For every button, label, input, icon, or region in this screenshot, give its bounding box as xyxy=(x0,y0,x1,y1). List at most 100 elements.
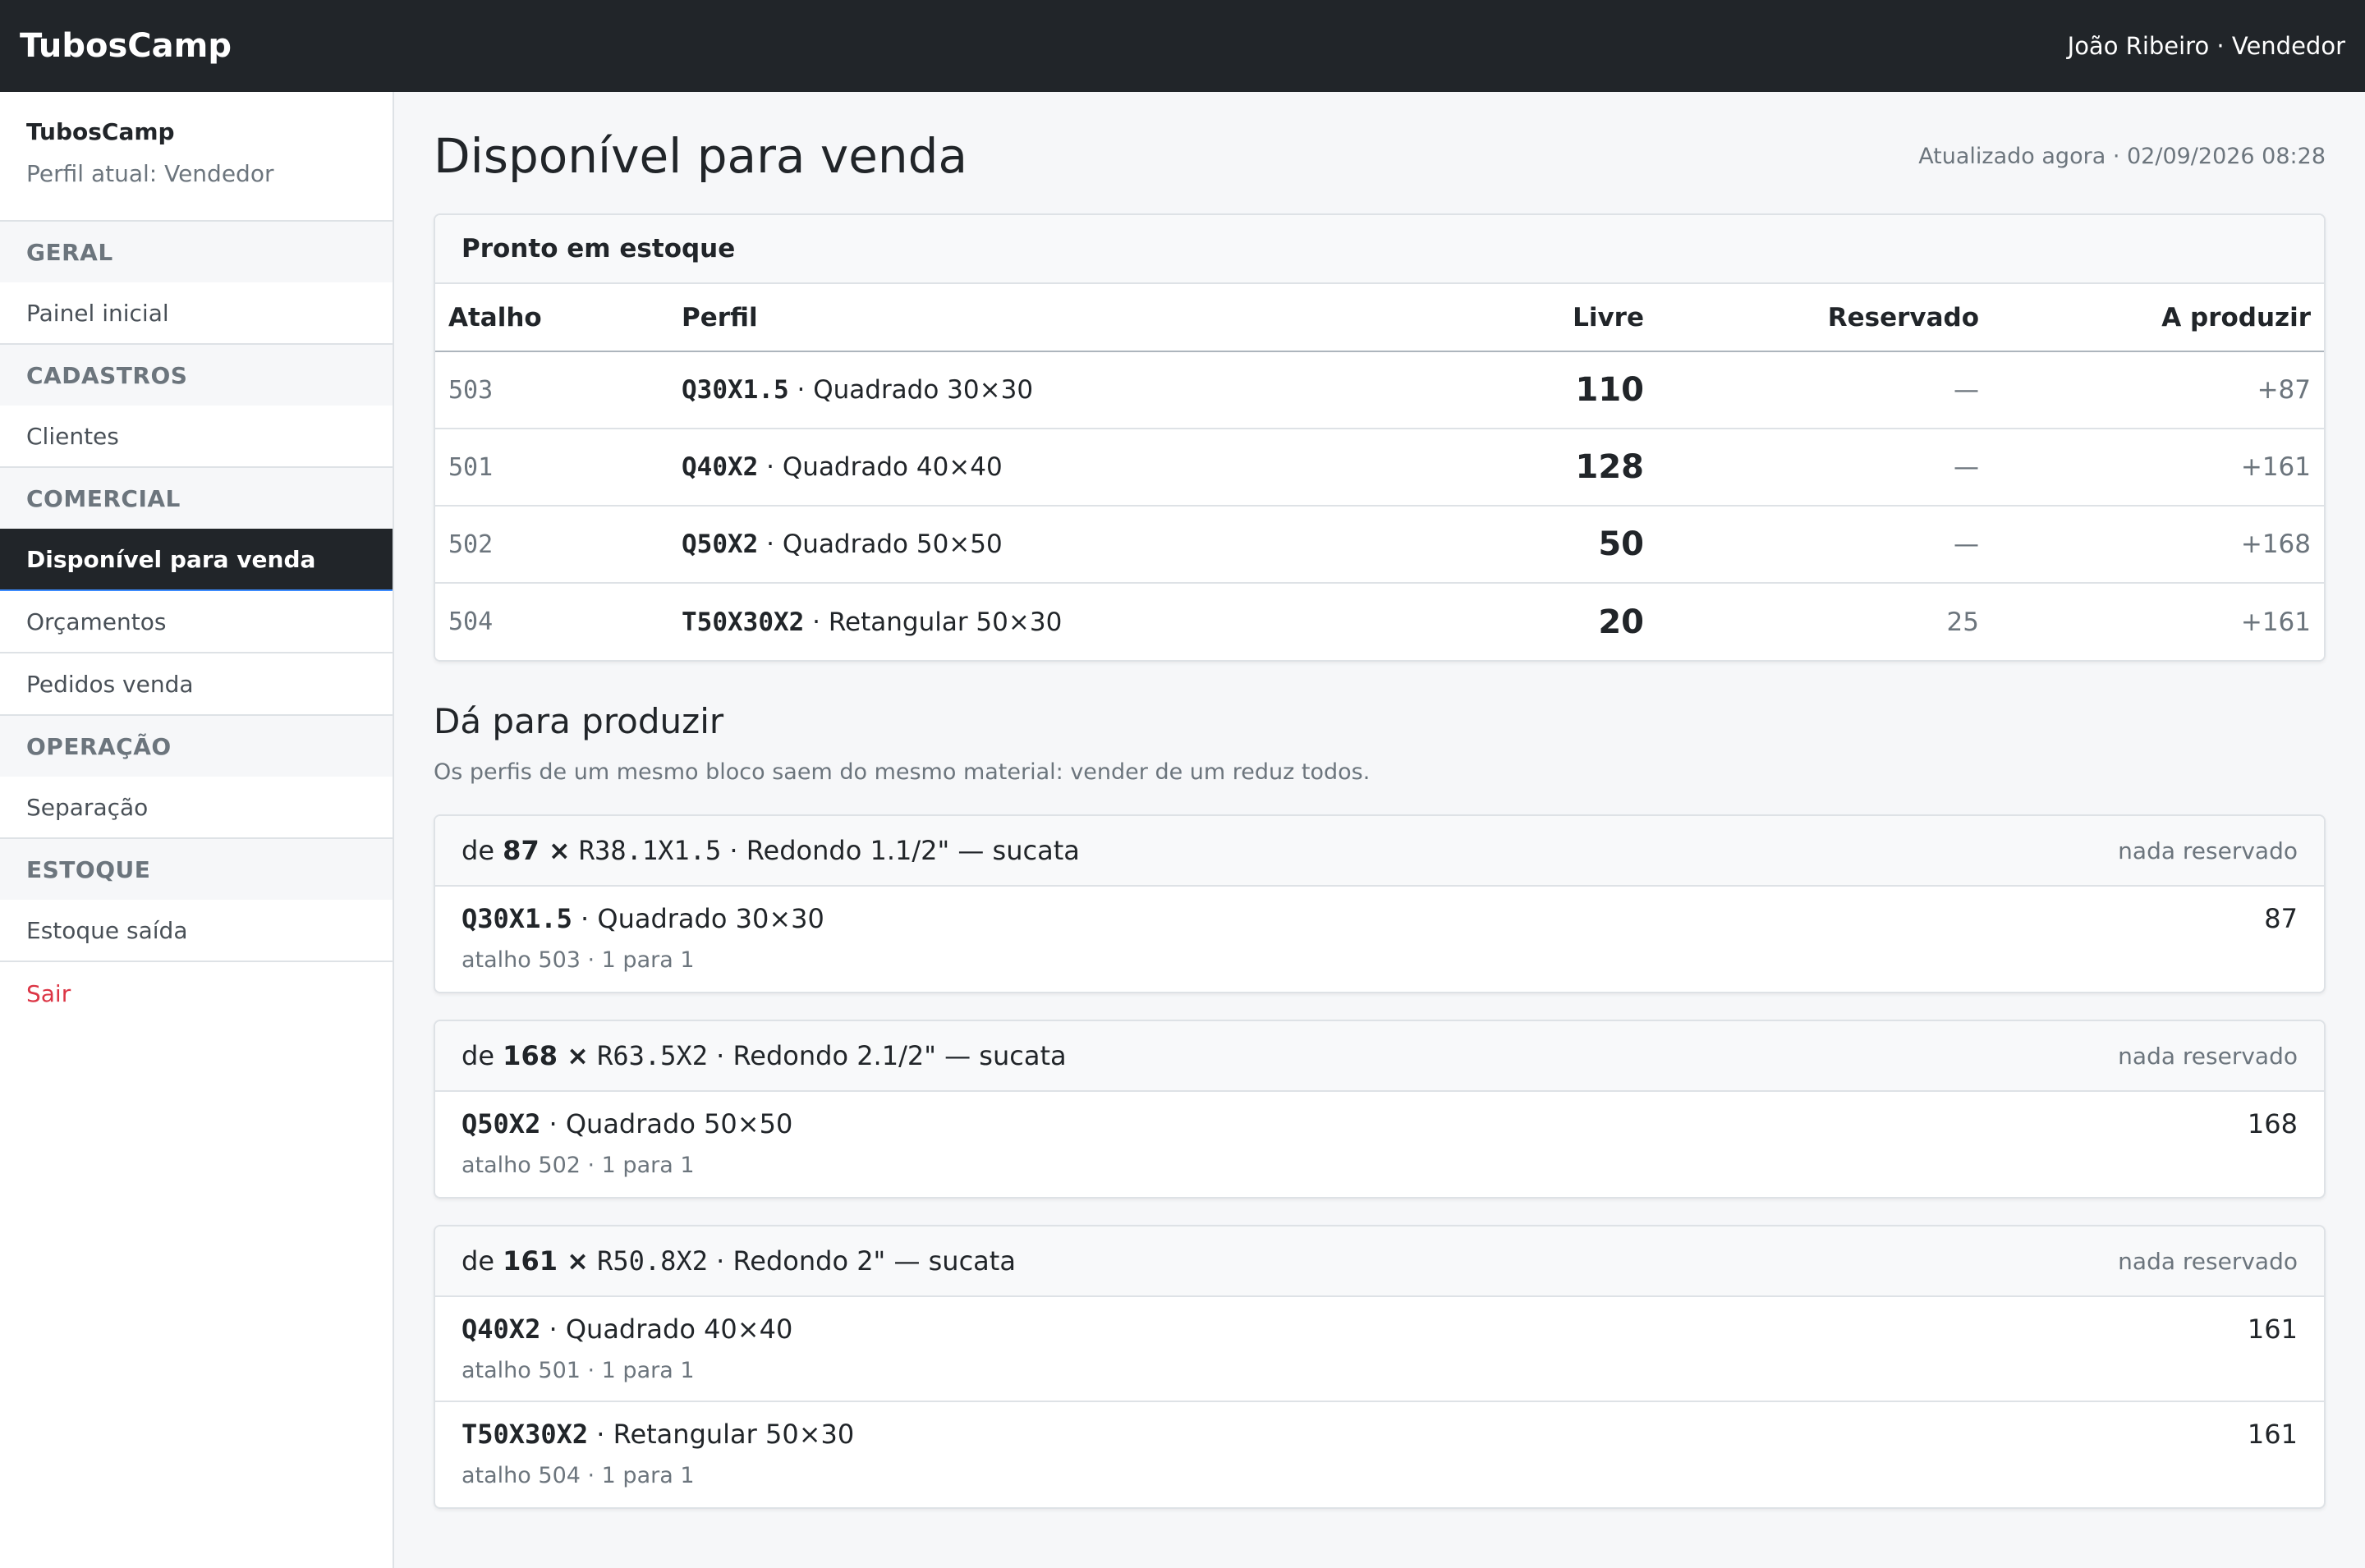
profile-code: Q40X2 xyxy=(682,452,759,482)
row-free-qty: 50 xyxy=(1411,506,1657,584)
sidebar-item-painel-inicial[interactable]: Painel inicial xyxy=(0,282,393,345)
profile-shortcut-ratio: atalho 501 · 1 para 1 xyxy=(462,1358,695,1383)
table-row[interactable]: 504 T50X30X2 · Retangular 50×30 20 25 +1… xyxy=(435,583,2324,660)
material-group-title: de 87 × R38.1X1.5 · Redondo 1.1/2" — suc… xyxy=(462,835,1080,866)
material-group: de 161 × R50.8X2 · Redondo 2" — sucata n… xyxy=(434,1225,2326,1509)
row-profile: T50X30X2 · Retangular 50×30 xyxy=(668,583,1411,660)
stock-table-header: Atalho Perfil Livre Reservado A produzir xyxy=(435,284,2324,352)
material-prefix: de xyxy=(462,835,503,866)
row-reserved-qty: — xyxy=(1657,429,1992,507)
table-row[interactable]: 503 Q30X1.5 · Quadrado 30×30 110 — +87 xyxy=(435,351,2324,429)
profile-desc: · Quadrado 50×50 xyxy=(758,530,1003,559)
material-desc: · Redondo 1.1/2" — sucata xyxy=(721,835,1080,866)
sidebar-item-estoque-saida[interactable]: Estoque saída xyxy=(0,900,393,962)
row-profile: Q40X2 · Quadrado 40×40 xyxy=(668,429,1411,507)
row-shortcut: 504 xyxy=(435,583,668,660)
material-qty: 161 × xyxy=(503,1245,589,1277)
sidebar-section-geral: GERAL xyxy=(0,222,393,282)
sidebar-section-comercial: COMERCIAL xyxy=(0,468,393,529)
material-group-title: de 161 × R50.8X2 · Redondo 2" — sucata xyxy=(462,1245,1016,1277)
sidebar-item-disponivel-para-venda[interactable]: Disponível para venda xyxy=(0,529,393,591)
profile-shortcut-ratio: atalho 502 · 1 para 1 xyxy=(462,1153,695,1178)
sidebar-item-clientes[interactable]: Clientes xyxy=(0,406,393,468)
table-row[interactable]: 501 Q40X2 · Quadrado 40×40 128 — +161 xyxy=(435,429,2324,507)
material-code: R50.8X2 xyxy=(597,1245,708,1277)
row-profile: Q50X2 · Quadrado 50×50 xyxy=(668,506,1411,584)
material-group-header: de 87 × R38.1X1.5 · Redondo 1.1/2" — suc… xyxy=(435,816,2324,887)
profile-desc: · Quadrado 50×50 xyxy=(540,1108,793,1139)
logout-link[interactable]: Sair xyxy=(0,962,393,1025)
row-reserved-qty: — xyxy=(1657,351,1992,429)
stock-table: Atalho Perfil Livre Reservado A produzir… xyxy=(435,284,2324,660)
brand-logo[interactable]: TubosCamp xyxy=(20,27,232,65)
material-group: de 87 × R38.1X1.5 · Redondo 1.1/2" — suc… xyxy=(434,814,2326,993)
row-to-produce-qty: +161 xyxy=(1992,429,2324,507)
material-group-header: de 161 × R50.8X2 · Redondo 2" — sucata n… xyxy=(435,1226,2324,1297)
profile-desc: · Quadrado 30×30 xyxy=(572,903,824,934)
profile-desc: · Quadrado 40×40 xyxy=(758,452,1003,482)
current-user: João Ribeiro · Vendedor xyxy=(2067,32,2345,60)
producible-qty: 161 xyxy=(2247,1314,2298,1345)
reservation-status: nada reservado xyxy=(2118,1247,2298,1275)
producible-qty: 87 xyxy=(2264,903,2298,934)
row-shortcut: 502 xyxy=(435,506,668,584)
row-to-produce-qty: +161 xyxy=(1992,583,2324,660)
producible-qty: 161 xyxy=(2247,1419,2298,1450)
reservation-status: nada reservado xyxy=(2118,837,2298,864)
profile-desc: · Quadrado 30×30 xyxy=(788,375,1034,405)
list-item[interactable]: Q40X2 · Quadrado 40×40 atalho 501 · 1 pa… xyxy=(435,1297,2324,1402)
sidebar-item-pedidos-venda[interactable]: Pedidos venda xyxy=(0,653,393,716)
producible-qty: 168 xyxy=(2247,1108,2298,1139)
col-reservado: Reservado xyxy=(1657,284,1992,352)
list-item[interactable]: T50X30X2 · Retangular 50×30 atalho 504 ·… xyxy=(435,1402,2324,1507)
sidebar-item-orcamentos[interactable]: Orçamentos xyxy=(0,591,393,653)
profile-code: T50X30X2 xyxy=(462,1419,589,1450)
row-shortcut: 501 xyxy=(435,429,668,507)
sidebar-current-role: Perfil atual: Vendedor xyxy=(26,160,274,187)
row-to-produce-qty: +168 xyxy=(1992,506,2324,584)
table-row[interactable]: 502 Q50X2 · Quadrado 50×50 50 — +168 xyxy=(435,506,2324,584)
row-free-qty: 20 xyxy=(1411,583,1657,660)
produce-section-title: Dá para produzir xyxy=(434,701,724,741)
sidebar-section-cadastros: CADASTROS xyxy=(0,345,393,406)
material-code: R38.1X1.5 xyxy=(578,835,722,866)
row-free-qty: 110 xyxy=(1411,351,1657,429)
col-a-produzir: A produzir xyxy=(1992,284,2324,352)
produce-section-note: Os perfis de um mesmo bloco saem do mesm… xyxy=(434,759,1371,785)
stock-card-title: Pronto em estoque xyxy=(435,215,2324,284)
col-perfil: Perfil xyxy=(668,284,1411,352)
row-free-qty: 128 xyxy=(1411,429,1657,507)
profile-code: Q50X2 xyxy=(682,530,759,559)
stock-card: Pronto em estoque Atalho Perfil Livre Re… xyxy=(434,213,2326,662)
page-title: Disponível para venda xyxy=(434,128,968,184)
col-atalho: Atalho xyxy=(435,284,668,352)
material-qty: 87 × xyxy=(503,835,571,866)
sidebar-item-separacao[interactable]: Separação xyxy=(0,777,393,839)
material-group-header: de 168 × R63.5X2 · Redondo 2.1/2" — suca… xyxy=(435,1021,2324,1092)
material-desc: · Redondo 2.1/2" — sucata xyxy=(707,1040,1067,1071)
reservation-status: nada reservado xyxy=(2118,1042,2298,1070)
sidebar-section-operacao: OPERAÇÃO xyxy=(0,716,393,777)
sidebar-org-name: TubosCamp xyxy=(26,118,175,145)
row-shortcut: 503 xyxy=(435,351,668,429)
sidebar-header: TubosCamp Perfil atual: Vendedor xyxy=(0,92,393,222)
profile-shortcut-ratio: atalho 504 · 1 para 1 xyxy=(462,1463,695,1488)
profile-code: T50X30X2 xyxy=(682,607,805,637)
profile-code: Q50X2 xyxy=(462,1108,541,1139)
profile-desc: · Retangular 50×30 xyxy=(804,607,1063,637)
profile-code: Q30X1.5 xyxy=(682,375,789,405)
top-navbar: TubosCamp João Ribeiro · Vendedor xyxy=(0,0,2365,92)
row-profile: Q30X1.5 · Quadrado 30×30 xyxy=(668,351,1411,429)
material-qty: 168 × xyxy=(503,1040,589,1071)
material-prefix: de xyxy=(462,1040,503,1071)
sidebar-section-estoque: ESTOQUE xyxy=(0,839,393,900)
profile-desc: · Retangular 50×30 xyxy=(588,1419,855,1450)
main-content: Disponível para venda Atualizado agora ·… xyxy=(434,92,2326,1535)
profile-code: Q30X1.5 xyxy=(462,903,572,934)
row-to-produce-qty: +87 xyxy=(1992,351,2324,429)
list-item[interactable]: Q50X2 · Quadrado 50×50 atalho 502 · 1 pa… xyxy=(435,1092,2324,1197)
sidebar: TubosCamp Perfil atual: Vendedor GERAL P… xyxy=(0,92,394,1568)
page-header: Disponível para venda Atualizado agora ·… xyxy=(434,92,2326,213)
material-prefix: de xyxy=(462,1245,503,1277)
list-item[interactable]: Q30X1.5 · Quadrado 30×30 atalho 503 · 1 … xyxy=(435,887,2324,992)
